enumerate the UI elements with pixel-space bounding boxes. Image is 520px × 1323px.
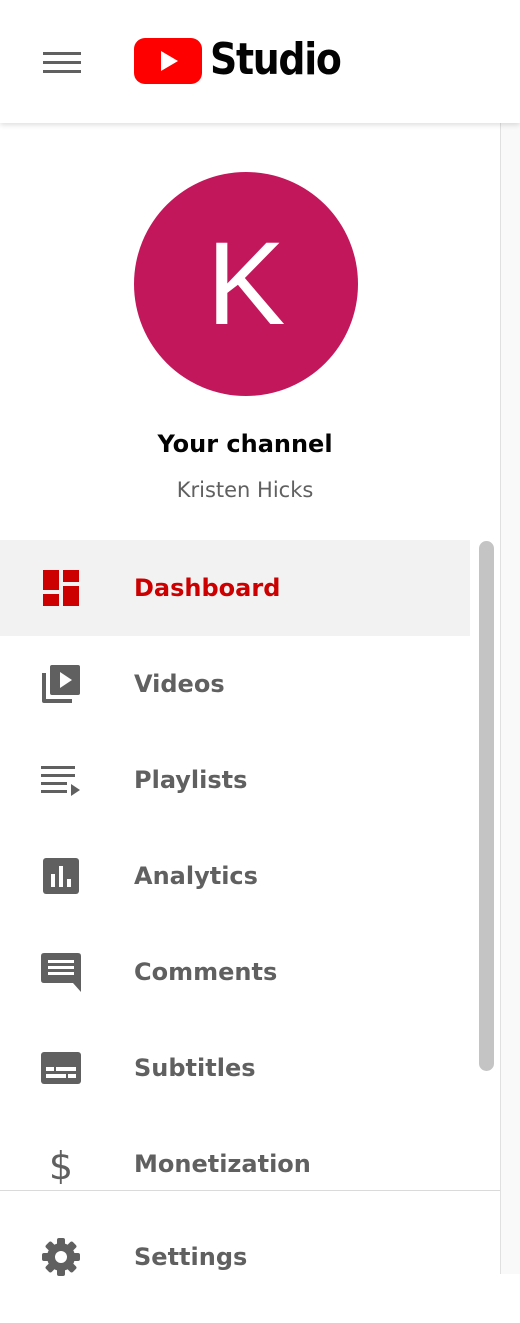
nav-item-subtitles[interactable]: Subtitles <box>0 1020 470 1116</box>
nav-item-videos[interactable]: Videos <box>0 636 470 732</box>
analytics-icon <box>43 858 79 894</box>
youtube-play-icon <box>134 38 202 84</box>
video-library-icon <box>42 665 80 703</box>
nav-label-subtitles: Subtitles <box>134 1054 256 1082</box>
content-edge <box>501 123 520 1274</box>
nav-label-dashboard: Dashboard <box>134 574 281 602</box>
nav-item-settings[interactable]: Settings <box>0 1191 500 1276</box>
nav-label-playlists: Playlists <box>134 766 248 794</box>
channel-name: Kristen Hicks <box>176 478 314 502</box>
svg-text:$: $ <box>49 1144 73 1184</box>
nav-item-playlists[interactable]: Playlists <box>0 732 470 828</box>
studio-logo[interactable]: Studio <box>134 34 342 88</box>
dashboard-icon <box>43 570 79 606</box>
nav-item-analytics[interactable]: Analytics <box>0 828 470 924</box>
dollar-icon: $ <box>49 1144 73 1184</box>
nav-item-dashboard[interactable]: Dashboard <box>0 540 470 636</box>
studio-wordmark: Studio <box>210 34 342 85</box>
nav-label-comments: Comments <box>134 958 278 986</box>
subtitles-icon <box>41 1052 81 1084</box>
app-header: Studio <box>0 0 520 123</box>
nav-label-settings: Settings <box>134 1243 248 1271</box>
nav-label-videos: Videos <box>134 670 225 698</box>
nav-label-analytics: Analytics <box>134 862 258 890</box>
nav-list: Dashboard Videos Playlists Analytics Com… <box>0 540 470 1212</box>
playlist-icon <box>41 766 80 796</box>
gear-icon <box>42 1238 80 1276</box>
sidebar: K Your channel Kristen Hicks Dashboard V… <box>0 123 501 1274</box>
menu-button[interactable] <box>26 35 98 89</box>
nav-item-comments[interactable]: Comments <box>0 924 470 1020</box>
comment-icon <box>41 953 81 992</box>
channel-title[interactable]: Your channel <box>0 430 490 458</box>
sidebar-scrollbar-thumb[interactable] <box>479 541 494 1071</box>
hamburger-menu-icon <box>43 52 81 73</box>
channel-avatar[interactable]: K <box>134 172 358 396</box>
